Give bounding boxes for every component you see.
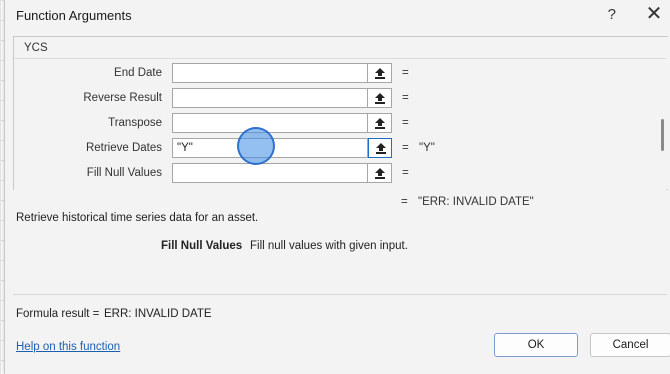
help-on-function-link[interactable]: Help on this function [16, 341, 120, 353]
collapse-dialog-icon [375, 93, 385, 104]
collapse-dialog-icon [375, 68, 385, 79]
arg-row-end-date: End Date = [14, 63, 634, 85]
function-result-equals: = [401, 196, 408, 208]
arg-row-fill-null-values: Fill Null Values = [14, 163, 634, 185]
equals-sign: = [402, 142, 409, 154]
dialog-title: Function Arguments [16, 8, 132, 23]
arg-row-retrieve-dates: Retrieve Dates = "Y" [14, 138, 634, 160]
collapse-dialog-icon [375, 118, 385, 129]
fill-null-values-ref-button[interactable] [368, 163, 392, 183]
arg-label: Retrieve Dates [85, 142, 162, 154]
arg-row-reverse-result: Reverse Result = [14, 88, 634, 110]
divider [13, 294, 667, 295]
arg-row-transpose: Transpose = [14, 113, 634, 135]
equals-sign: = [402, 117, 409, 129]
close-button[interactable]: ✕ [644, 3, 664, 25]
arg-label: Reverse Result [83, 92, 162, 104]
current-argument-name: Fill Null Values [161, 240, 243, 252]
function-name: YCS [24, 42, 48, 54]
function-arguments-dialog: Function Arguments ? ✕ YCS End Date = Re… [4, 0, 670, 374]
end-date-ref-button[interactable] [368, 63, 392, 83]
arg-label: Transpose [108, 117, 162, 129]
function-group: YCS End Date = Reverse Result = Transpos… [13, 36, 668, 190]
equals-sign: = [402, 167, 409, 179]
end-date-input[interactable] [172, 63, 368, 83]
scrollbar-thumb[interactable] [661, 119, 664, 151]
click-indicator [237, 127, 275, 165]
cancel-button[interactable]: Cancel [590, 333, 670, 357]
function-result-value: "ERR: INVALID DATE" [418, 196, 534, 208]
reverse-result-ref-button[interactable] [368, 88, 392, 108]
ok-button[interactable]: OK [494, 333, 578, 357]
arguments-area: End Date = Reverse Result = Transpose = … [14, 58, 666, 190]
arg-result: "Y" [419, 142, 435, 154]
function-description: Retrieve historical time series data for… [16, 212, 259, 224]
fill-null-values-input[interactable] [172, 163, 368, 183]
transpose-input[interactable] [172, 113, 368, 133]
arg-label: Fill Null Values [86, 167, 162, 179]
help-button[interactable]: ? [608, 6, 616, 23]
retrieve-dates-ref-button[interactable] [368, 138, 392, 158]
collapse-dialog-icon [375, 168, 385, 179]
arg-label: End Date [114, 67, 162, 79]
equals-sign: = [402, 92, 409, 104]
formula-result-value: ERR: INVALID DATE [104, 308, 212, 320]
transpose-ref-button[interactable] [368, 113, 392, 133]
current-argument-description: Fill null values with given input. [250, 240, 408, 252]
formula-result-label: Formula result = [16, 308, 100, 320]
collapse-dialog-icon [376, 143, 386, 154]
equals-sign: = [402, 67, 409, 79]
title-bar: Function Arguments ? ✕ [5, 0, 670, 32]
reverse-result-input[interactable] [172, 88, 368, 108]
